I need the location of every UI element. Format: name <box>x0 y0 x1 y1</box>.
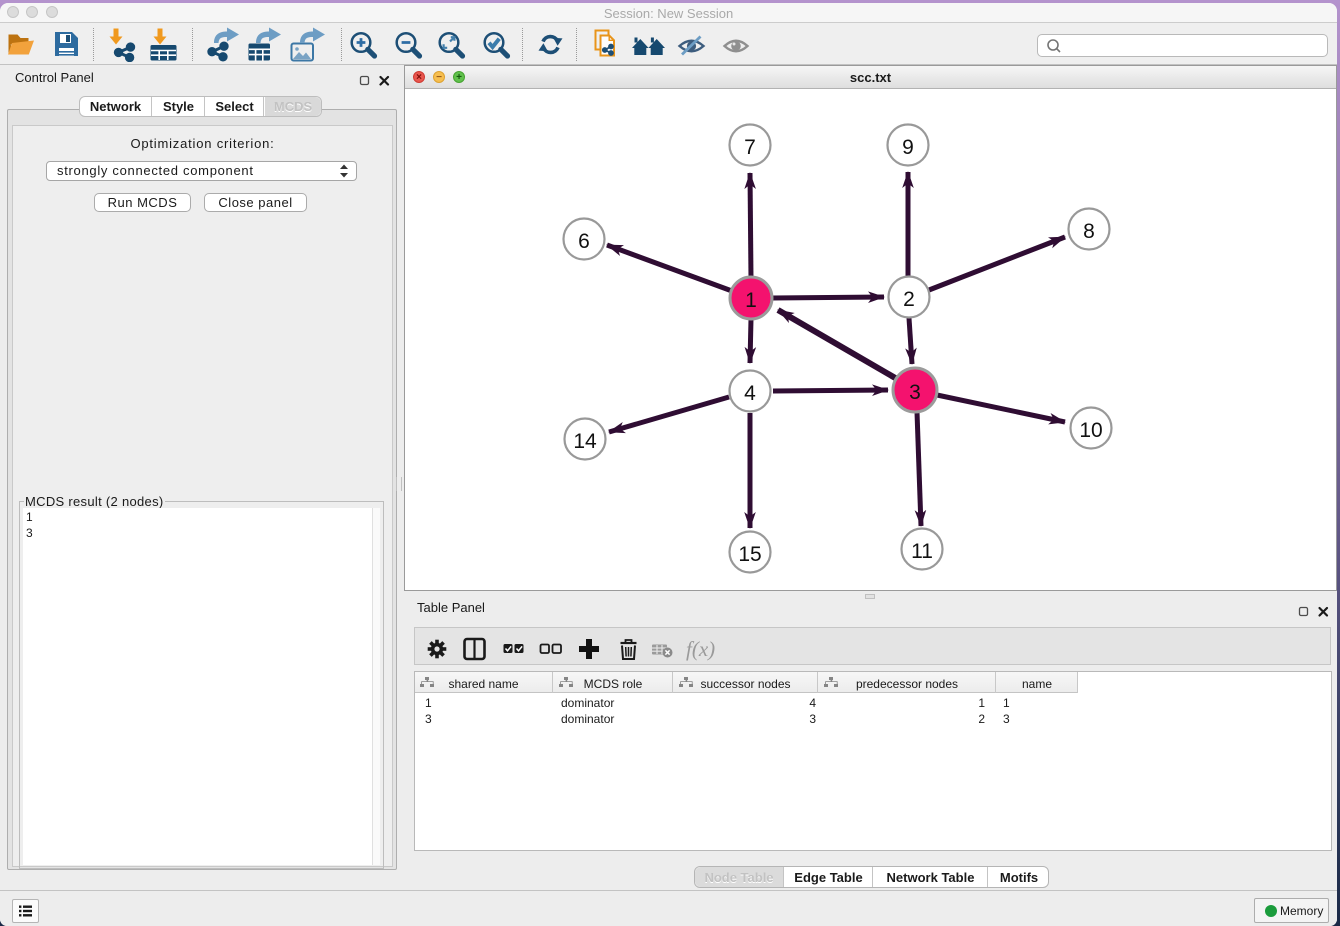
svg-text:3: 3 <box>909 381 921 404</box>
svg-text:9: 9 <box>902 136 914 159</box>
svg-text:15: 15 <box>738 543 761 566</box>
svg-text:4: 4 <box>744 382 756 405</box>
svg-text:11: 11 <box>911 540 933 563</box>
svg-text:6: 6 <box>578 230 590 253</box>
svg-text:14: 14 <box>573 430 597 453</box>
svg-text:f(x): f(x) <box>686 637 715 661</box>
svg-text:2: 2 <box>903 288 915 311</box>
svg-text:1: 1 <box>745 289 757 312</box>
svg-text:8: 8 <box>1083 220 1095 243</box>
svg-text:7: 7 <box>744 136 756 159</box>
svg-text:10: 10 <box>1079 419 1102 442</box>
